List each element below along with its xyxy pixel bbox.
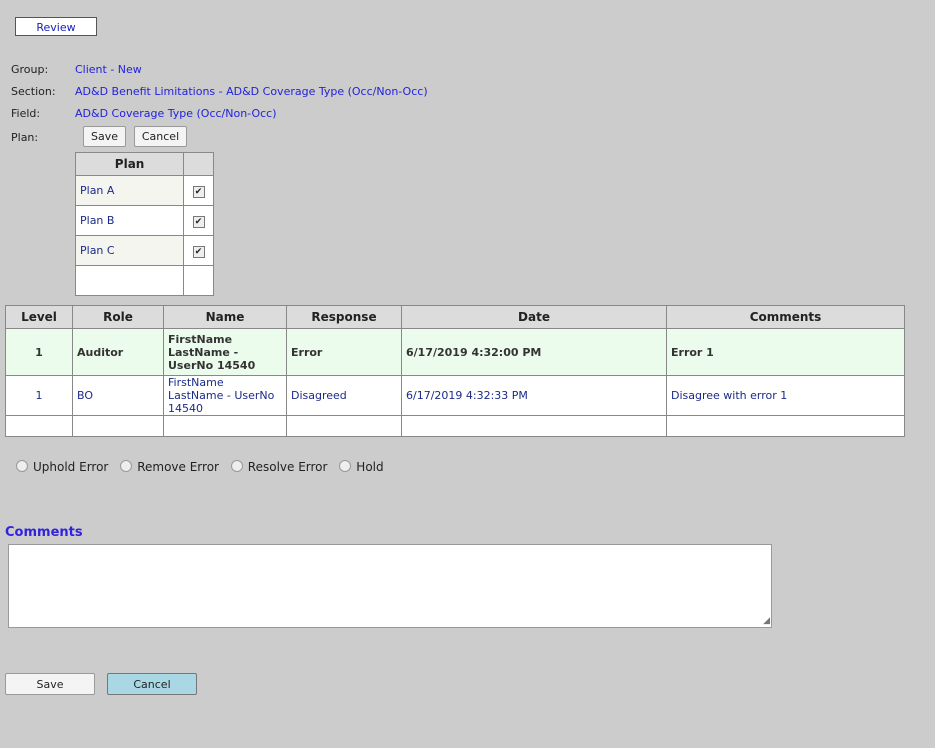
plan-column-header: Plan: [74, 152, 185, 176]
option-label: Remove Error: [137, 460, 219, 474]
comments-cell: Error 1: [666, 328, 905, 376]
plan-table: Plan Plan A ✔ Plan B ✔ Plan C ✔: [74, 152, 214, 296]
field-value: AD&D Coverage Type (Occ/Non-Occ): [75, 107, 277, 120]
select-column-header: [183, 152, 214, 176]
save-button[interactable]: Save: [5, 673, 95, 695]
plan-name: Plan C: [74, 235, 185, 266]
table-row-empty: [5, 415, 905, 437]
name-header: Name: [163, 305, 287, 329]
plan-name: Plan A: [74, 175, 185, 206]
date-cell: 6/17/2019 4:32:33 PM: [401, 375, 667, 416]
role-cell: Auditor: [72, 328, 164, 376]
section-label: Section:: [11, 85, 56, 98]
response-cell: Error: [286, 328, 402, 376]
role-header: Role: [72, 305, 164, 329]
remove-error-option[interactable]: Remove Error: [120, 460, 219, 474]
checkbox-icon[interactable]: ✔: [192, 245, 205, 258]
plan-row-empty: [74, 265, 214, 296]
radio-icon[interactable]: [120, 460, 133, 472]
comments-textarea[interactable]: ◢: [8, 544, 772, 628]
radio-icon[interactable]: [16, 460, 28, 472]
date-header: Date: [401, 305, 667, 329]
tab-divider: [15, 35, 97, 36]
hold-option[interactable]: Hold: [339, 460, 384, 474]
review-action-options: Uphold Error Remove Error Resolve Error …: [16, 460, 392, 474]
comments-cell: Disagree with error 1: [666, 375, 905, 416]
checkbox-icon[interactable]: ✔: [192, 185, 205, 198]
level-header: Level: [5, 305, 73, 329]
resize-grip-icon[interactable]: ◢: [763, 616, 770, 626]
comments-label: Comments: [5, 525, 83, 540]
tab-review[interactable]: Review: [15, 17, 97, 35]
plan-row: Plan B ✔: [74, 205, 214, 236]
plan-label: Plan:: [11, 131, 39, 144]
group-value: Client - New: [75, 63, 142, 76]
option-label: Uphold Error: [33, 460, 109, 474]
level-cell: 1: [5, 328, 73, 376]
section-value: AD&D Benefit Limitations - AD&D Coverage…: [75, 85, 428, 98]
checkbox-icon[interactable]: ✔: [192, 215, 205, 228]
group-label: Group:: [11, 63, 49, 76]
name-cell: FirstName LastName - UserNo 14540: [163, 375, 287, 416]
date-cell: 6/17/2019 4:32:00 PM: [401, 328, 667, 376]
response-header: Response: [286, 305, 402, 329]
resolve-error-option[interactable]: Resolve Error: [230, 460, 328, 474]
table-row: 1 BO FirstName LastName - UserNo 14540 D…: [5, 375, 905, 416]
option-label: Resolve Error: [247, 460, 328, 474]
radio-icon[interactable]: [339, 460, 352, 472]
option-label: Hold: [356, 460, 384, 474]
role-cell: BO: [72, 375, 164, 416]
radio-icon[interactable]: [230, 460, 243, 472]
review-history-table: Level Role Name Response Date Comments 1…: [5, 305, 905, 437]
comments-header: Comments: [666, 305, 905, 329]
level-cell: 1: [5, 375, 73, 416]
uphold-error-option[interactable]: Uphold Error: [16, 460, 108, 474]
plan-save-button[interactable]: Save: [83, 126, 126, 147]
plan-name: Plan B: [74, 205, 185, 236]
table-row: 1 Auditor FirstName LastName - UserNo 14…: [5, 328, 905, 376]
field-label: Field:: [11, 107, 41, 120]
cancel-button[interactable]: Cancel: [107, 673, 197, 695]
response-cell: Disagreed: [286, 375, 402, 416]
plan-row: Plan A ✔: [74, 175, 214, 206]
name-cell: FirstName LastName - UserNo 14540: [163, 328, 287, 376]
plan-row: Plan C ✔: [74, 235, 214, 266]
plan-cancel-button[interactable]: Cancel: [134, 126, 187, 147]
